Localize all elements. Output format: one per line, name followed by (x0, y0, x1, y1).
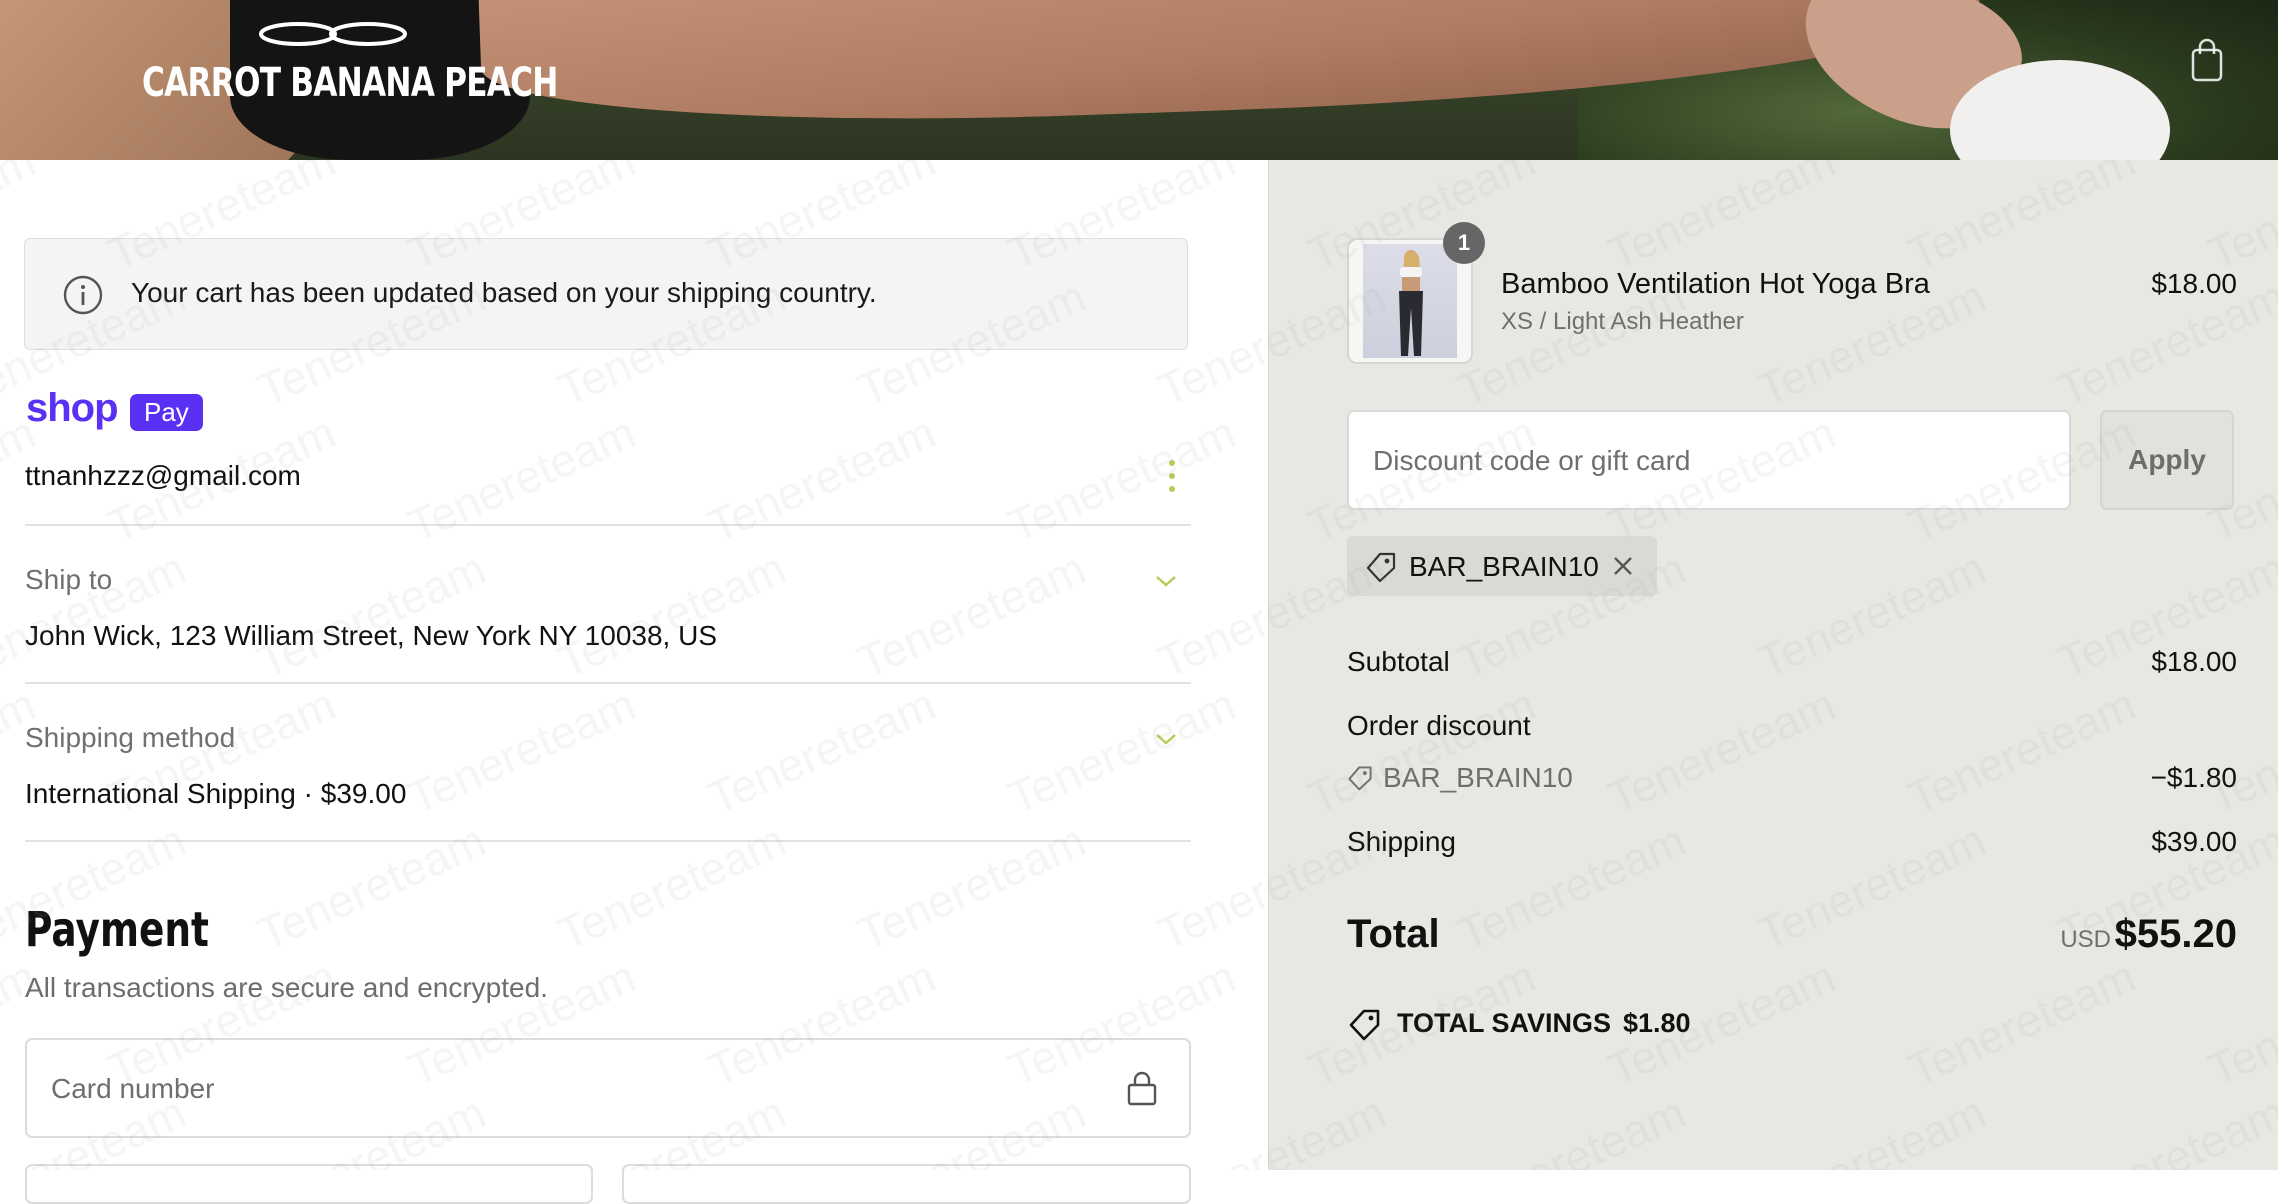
product-name: Bamboo Ventilation Hot Yoga Bra (1501, 268, 1930, 300)
shipping-method-price: $39.00 (320, 778, 407, 809)
store-logo-text: CARROT BANANA PEACH (142, 60, 558, 106)
store-logo[interactable]: CARROT BANANA PEACH (142, 20, 558, 110)
lock-icon (1127, 1071, 1157, 1106)
info-icon (63, 275, 103, 315)
subtotal-value: $18.00 (2151, 646, 2237, 677)
contact-email: ttnanhzzz@gmail.com (25, 460, 301, 491)
subtotal-label: Subtotal (1347, 646, 1450, 677)
chevron-down-icon[interactable] (1154, 574, 1178, 588)
applied-discount-code: BAR_BRAIN10 (1409, 551, 1599, 582)
total-savings-value: $1.80 (1623, 1008, 1691, 1038)
card-number-field[interactable] (25, 1038, 1191, 1138)
total-savings-label: TOTAL SAVINGS (1397, 1008, 1612, 1038)
quantity-badge: 1 (1443, 222, 1485, 264)
ship-to-address: John Wick, 123 William Street, New York … (25, 620, 718, 651)
shipping-label: Shipping (1347, 826, 1456, 857)
ship-to-label: Ship to (25, 564, 113, 595)
order-summary: 1 Bamboo Ventilation Hot Yoga Bra XS / L… (1268, 160, 2278, 1170)
infinity-logo-icon (259, 22, 407, 46)
tag-icon (1366, 552, 1396, 583)
shop-pay-badge: Pay (130, 394, 203, 431)
applied-discount-chip: BAR_BRAIN10 (1347, 536, 1657, 596)
order-discount-value: −$1.80 (2150, 762, 2237, 793)
product-variant: XS / Light Ash Heather (1501, 308, 1744, 335)
card-expiry-field[interactable] (25, 1164, 593, 1204)
order-discount-label: Order discount (1347, 710, 1531, 741)
total-value: $55.20 (2114, 912, 2237, 956)
payment-subtitle: All transactions are secure and encrypte… (25, 972, 548, 1003)
shipping-method-name: International Shipping · (25, 778, 321, 809)
total-label: Total (1347, 912, 1440, 956)
order-discount-code: BAR_BRAIN10 (1383, 762, 1573, 793)
discount-code-input[interactable] (1371, 438, 2035, 484)
tag-icon (1348, 766, 1372, 791)
discount-code-field[interactable] (1347, 410, 2071, 510)
total-currency: USD (2060, 926, 2111, 953)
card-number-input[interactable] (49, 1066, 1053, 1112)
card-security-field[interactable] (622, 1164, 1191, 1204)
product-price: $18.00 (2151, 268, 2237, 299)
checkout-form: Your cart has been updated based on your… (0, 160, 1268, 1204)
remove-discount-icon[interactable] (1611, 554, 1635, 578)
chevron-down-icon[interactable] (1154, 732, 1178, 746)
divider (25, 682, 1191, 684)
apply-discount-button[interactable]: Apply (2100, 410, 2234, 510)
shipping-value: $39.00 (2151, 826, 2237, 857)
cart-update-notice: Your cart has been updated based on your… (24, 238, 1188, 350)
savings-tag-icon (1349, 1009, 1380, 1041)
shipping-method-value: International Shipping · $39.00 (25, 778, 406, 810)
divider (25, 524, 1191, 526)
shopping-bag-icon[interactable] (2190, 38, 2224, 82)
kebab-menu-icon[interactable] (1165, 456, 1179, 496)
shipping-method-label: Shipping method (25, 722, 236, 753)
shop-pay-wordmark: shop (26, 386, 119, 430)
payment-heading: Payment (25, 902, 209, 958)
notice-text: Your cart has been updated based on your… (131, 277, 877, 308)
divider (25, 840, 1191, 842)
order-discount-code-row: BAR_BRAIN10 (1347, 762, 1573, 794)
product-model-image (1399, 250, 1423, 356)
header-banner: CARROT BANANA PEACH (0, 0, 2278, 160)
